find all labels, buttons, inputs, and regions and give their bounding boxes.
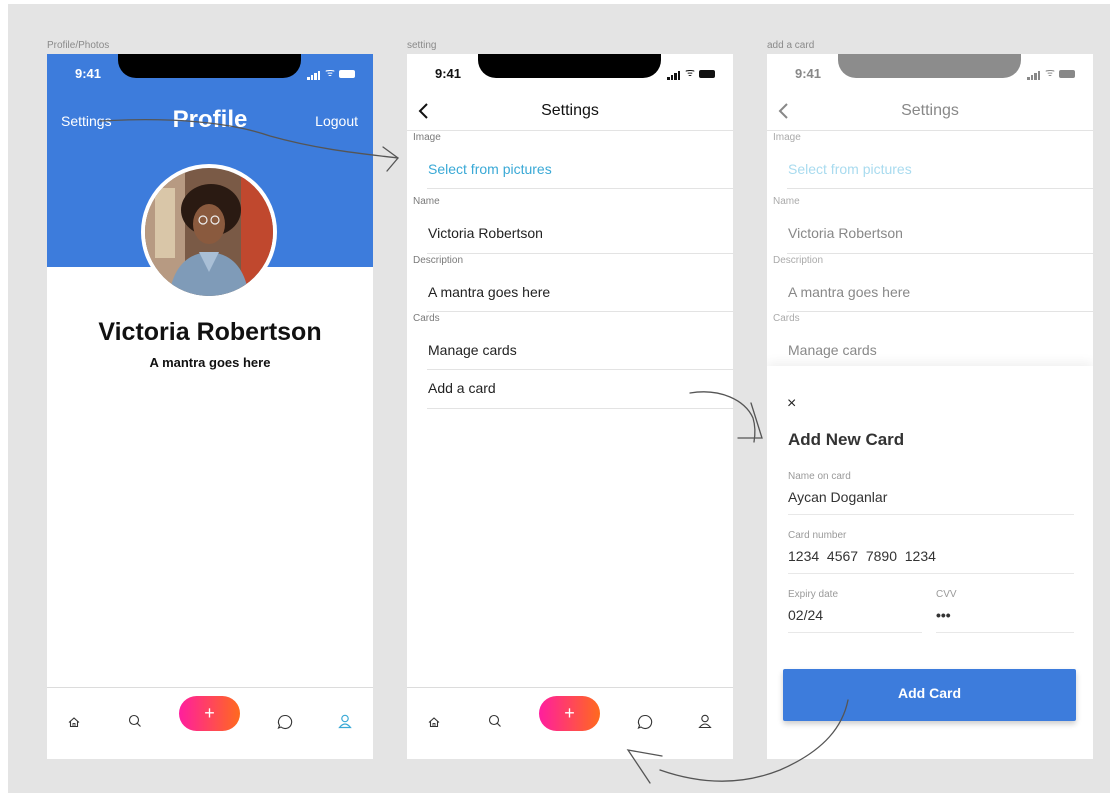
divider (427, 253, 733, 254)
frame-label-profile: Profile/Photos (47, 40, 110, 51)
divider (787, 188, 1093, 189)
expiry-date-label: Expiry date (788, 589, 839, 600)
sheet-title: Add New Card (788, 430, 905, 449)
card-number-input[interactable]: 1234 4567 7890 1234 (788, 548, 936, 564)
status-bar: 9:41 ᯤ (767, 54, 1093, 94)
description-field[interactable]: A mantra goes here (428, 284, 550, 300)
frame-label-settings: setting (407, 40, 437, 51)
name-on-card-label: Name on card (788, 471, 851, 482)
status-time: 9:41 (795, 66, 822, 81)
name-field[interactable]: Victoria Robertson (788, 225, 903, 241)
divider (787, 311, 1093, 312)
battery-icon (699, 70, 715, 78)
wifi-icon: ᯤ (685, 67, 696, 79)
divider (427, 311, 733, 312)
home-icon[interactable] (62, 710, 86, 734)
divider (427, 188, 733, 189)
field-underline (936, 632, 1074, 633)
close-icon[interactable]: × (787, 395, 796, 413)
search-icon[interactable] (123, 710, 147, 734)
field-underline (788, 514, 1074, 515)
avatar[interactable] (141, 164, 277, 300)
profile-name: Victoria Robertson (98, 318, 322, 346)
manage-cards-item[interactable]: Manage cards (428, 342, 517, 358)
status-time: 9:41 (75, 66, 102, 81)
section-label-name: Name (773, 196, 800, 207)
frame-label-add-card: add a card (767, 40, 815, 51)
chat-icon[interactable] (633, 710, 657, 734)
wifi-icon: ᯤ (325, 67, 336, 79)
notch (118, 54, 301, 78)
notch (838, 54, 1021, 78)
profile-screen: 9:41 ᯤ Settings Profile Logout Victoria … (47, 54, 373, 759)
nav-title: Settings (541, 102, 599, 119)
add-card-sheet: × Add New Card Name on card Aycan Doganl… (767, 366, 1093, 759)
name-field[interactable]: Victoria Robertson (428, 225, 543, 241)
divider (427, 369, 733, 370)
tab-bar: + (47, 687, 373, 759)
nav-bar: Settings (407, 94, 733, 131)
field-underline (788, 632, 922, 633)
add-a-card-item[interactable]: Add a card (428, 380, 496, 396)
chat-icon[interactable] (273, 710, 297, 734)
wifi-icon: ᯤ (1045, 67, 1056, 79)
battery-icon (1059, 70, 1075, 78)
section-label-image: Image (773, 132, 801, 143)
signal-icon (307, 70, 321, 80)
add-card-screen: 9:41 ᯤ Settings Image Select from pictur… (767, 54, 1093, 759)
manage-cards-item[interactable]: Manage cards (788, 342, 877, 358)
section-label-cards: Cards (413, 313, 440, 324)
section-label-description: Description (773, 255, 824, 266)
cvv-input[interactable]: ••• (936, 607, 951, 623)
home-icon[interactable] (422, 710, 446, 734)
section-label-name: Name (413, 196, 440, 207)
divider (427, 408, 733, 409)
user-icon[interactable] (333, 710, 357, 734)
select-from-pictures-link[interactable]: Select from pictures (788, 161, 912, 177)
battery-icon (339, 70, 355, 78)
cvv-label: CVV (936, 589, 957, 600)
section-label-description: Description (413, 255, 464, 266)
logout-link[interactable]: Logout (315, 113, 358, 129)
add-button[interactable]: + (179, 696, 240, 731)
card-number-label: Card number (788, 530, 847, 541)
avatar-photo (145, 168, 273, 296)
section-label-cards: Cards (773, 313, 800, 324)
section-label-image: Image (413, 132, 441, 143)
nav-title: Settings (901, 102, 959, 119)
tab-bar: + (407, 687, 733, 759)
user-icon[interactable] (693, 710, 717, 734)
signal-icon (1027, 70, 1041, 80)
search-icon[interactable] (483, 710, 507, 734)
nav-bar: Settings (767, 94, 1093, 131)
status-bar: 9:41 ᯤ (407, 54, 733, 94)
description-field[interactable]: A mantra goes here (788, 284, 910, 300)
expiry-date-input[interactable]: 02/24 (788, 607, 823, 623)
status-bar: 9:41 ᯤ (47, 54, 373, 94)
add-card-button[interactable]: Add Card (783, 669, 1076, 721)
signal-icon (667, 70, 681, 80)
select-from-pictures-link[interactable]: Select from pictures (428, 161, 552, 177)
profile-description: A mantra goes here (149, 355, 271, 370)
status-time: 9:41 (435, 66, 462, 81)
notch (478, 54, 661, 78)
field-underline (788, 573, 1074, 574)
name-on-card-input[interactable]: Aycan Doganlar (788, 489, 887, 505)
divider (787, 253, 1093, 254)
settings-screen: 9:41 ᯤ Settings Image Select from pictur… (407, 54, 733, 759)
add-button[interactable]: + (539, 696, 600, 731)
